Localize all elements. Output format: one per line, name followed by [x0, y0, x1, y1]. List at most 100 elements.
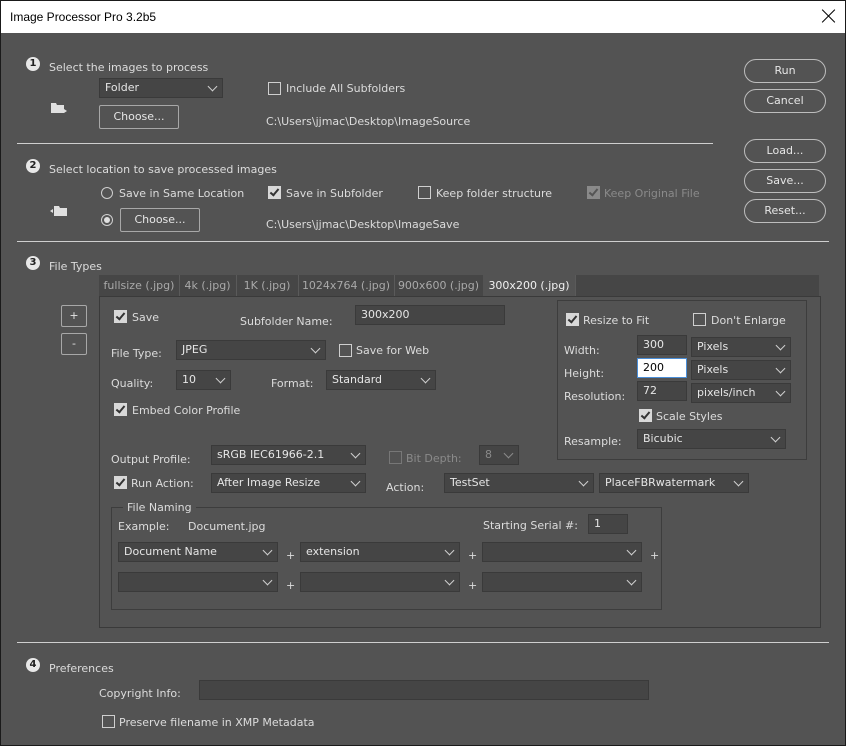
keep-structure-label: Keep folder structure	[436, 187, 553, 200]
tab-1k[interactable]: 1K (.jpg)	[236, 275, 299, 296]
file-naming-label: File Naming	[123, 501, 196, 514]
output-profile-value: sRGB IEC61966-2.1	[217, 448, 325, 461]
file-type-value: JPEG	[182, 343, 208, 356]
save-settings-button[interactable]: Save...	[744, 169, 826, 193]
resolution-input[interactable]: 72	[637, 381, 687, 401]
chevron-down-icon	[262, 545, 273, 556]
chevron-down-icon	[444, 545, 455, 556]
source-type-dropdown[interactable]: Folder	[99, 78, 223, 98]
folder-destination-icon	[50, 206, 67, 216]
bit-depth-label: Bit Depth:	[406, 452, 462, 465]
save-subfolder-checkbox[interactable]	[268, 186, 281, 199]
naming-row2-field3[interactable]	[482, 572, 642, 592]
folder-source-icon	[51, 103, 67, 113]
tab-4k[interactable]: 4k (.jpg)	[179, 275, 237, 296]
format-dropdown[interactable]: Standard	[326, 370, 436, 390]
chevron-down-icon	[503, 448, 514, 459]
chevron-down-icon	[350, 476, 361, 487]
chevron-down-icon	[578, 476, 589, 487]
chevron-down-icon	[775, 363, 786, 374]
scale-styles-checkbox[interactable]	[639, 409, 652, 422]
dont-enlarge-label: Don't Enlarge	[711, 314, 786, 327]
save-for-web-label: Save for Web	[356, 344, 430, 357]
serial-label: Starting Serial #:	[483, 519, 578, 532]
choose-source-button[interactable]: Choose...	[99, 105, 179, 129]
title-bar: Image Processor Pro 3.2b5	[1, 1, 845, 33]
embed-profile-checkbox[interactable]	[114, 403, 127, 416]
width-input[interactable]: 300	[637, 335, 687, 355]
run-action-label: Run Action:	[131, 477, 194, 490]
save-same-location-label: Save in Same Location	[119, 187, 245, 200]
reset-button[interactable]: Reset...	[744, 199, 826, 223]
section-4-heading: Preferences	[49, 662, 114, 675]
save-subfolder-label: Save in Subfolder	[286, 187, 383, 200]
save-same-location-radio[interactable]	[101, 187, 113, 199]
section-3-heading: File Types	[49, 260, 102, 273]
naming-row1-field1[interactable]: Document Name	[118, 542, 278, 562]
dont-enlarge-checkbox[interactable]	[693, 313, 706, 326]
tab-300x200[interactable]: 300x200 (.jpg)	[483, 275, 576, 296]
section-1-heading: Select the images to process	[49, 61, 209, 74]
choose-destination-button[interactable]: Choose...	[120, 208, 200, 232]
scale-styles-label: Scale Styles	[656, 410, 723, 423]
serial-input[interactable]: 1	[588, 514, 628, 534]
subfolder-name-input[interactable]: 300x200	[355, 305, 505, 325]
keep-original-checkbox[interactable]	[587, 186, 600, 199]
tab-900x600[interactable]: 900x600 (.jpg)	[394, 275, 484, 296]
height-unit-dropdown[interactable]: Pixels	[691, 360, 791, 380]
close-icon[interactable]	[821, 8, 837, 24]
plus-icon: +	[286, 549, 296, 562]
resolution-label: Resolution:	[564, 390, 626, 403]
plus-icon: +	[468, 549, 478, 562]
naming-row1-field3[interactable]	[482, 542, 642, 562]
copyright-input[interactable]	[199, 680, 649, 700]
naming-row1-field1-value: Document Name	[124, 545, 217, 558]
include-subfolders-checkbox[interactable]	[268, 82, 281, 95]
format-value: Standard	[332, 373, 383, 386]
add-filetype-button[interactable]: +	[61, 305, 87, 327]
chevron-down-icon	[207, 81, 218, 92]
save-for-web-checkbox[interactable]	[339, 344, 352, 357]
resize-to-fit-checkbox[interactable]	[566, 313, 579, 326]
preserve-filename-checkbox[interactable]	[102, 715, 115, 728]
copyright-label: Copyright Info:	[99, 687, 181, 700]
bit-depth-checkbox[interactable]	[389, 451, 402, 464]
action-set-dropdown[interactable]: TestSet	[444, 473, 594, 493]
action-label: Action:	[386, 481, 425, 494]
width-label: Width:	[564, 344, 600, 357]
run-action-checkbox[interactable]	[114, 476, 127, 489]
tab-fullsize[interactable]: fullsize (.jpg)	[99, 275, 180, 296]
plus-icon: +	[286, 579, 296, 592]
chevron-down-icon	[310, 343, 321, 354]
action-name-dropdown[interactable]: PlaceFBRwatermark	[599, 473, 749, 493]
save-filetype-checkbox[interactable]	[114, 310, 127, 323]
run-button[interactable]: Run	[744, 59, 826, 83]
save-other-location-radio[interactable]	[101, 214, 113, 226]
cancel-button[interactable]: Cancel	[744, 89, 826, 113]
bit-depth-dropdown[interactable]: 8	[479, 445, 519, 465]
chevron-down-icon	[350, 448, 361, 459]
file-type-dropdown[interactable]: JPEG	[176, 340, 326, 360]
tab-1024x764[interactable]: 1024x764 (.jpg)	[298, 275, 395, 296]
dialog-window: Image Processor Pro 3.2b5 1 Select the i…	[0, 0, 846, 746]
resample-dropdown[interactable]: Bicubic	[637, 429, 786, 449]
width-unit-dropdown[interactable]: Pixels	[691, 337, 791, 357]
quality-value: 10	[182, 373, 196, 386]
naming-row2-field1[interactable]	[118, 572, 278, 592]
naming-row2-field2[interactable]	[300, 572, 460, 592]
quality-dropdown[interactable]: 10	[176, 370, 231, 390]
example-label: Example:	[118, 520, 170, 533]
keep-structure-checkbox[interactable]	[418, 186, 431, 199]
load-button[interactable]: Load...	[744, 139, 826, 163]
naming-row1-field2[interactable]: extension	[300, 542, 460, 562]
action-set-value: TestSet	[450, 476, 490, 489]
height-input[interactable]: 200	[637, 358, 687, 378]
run-action-dropdown[interactable]: After Image Resize	[211, 473, 366, 493]
quality-label: Quality:	[111, 377, 154, 390]
output-profile-dropdown[interactable]: sRGB IEC61966-2.1	[211, 445, 366, 465]
save-filetype-label: Save	[132, 311, 160, 324]
chevron-down-icon	[262, 575, 273, 586]
resolution-unit-dropdown[interactable]: pixels/inch	[691, 383, 791, 403]
remove-filetype-button[interactable]: -	[61, 333, 87, 355]
separator-1	[17, 143, 713, 144]
